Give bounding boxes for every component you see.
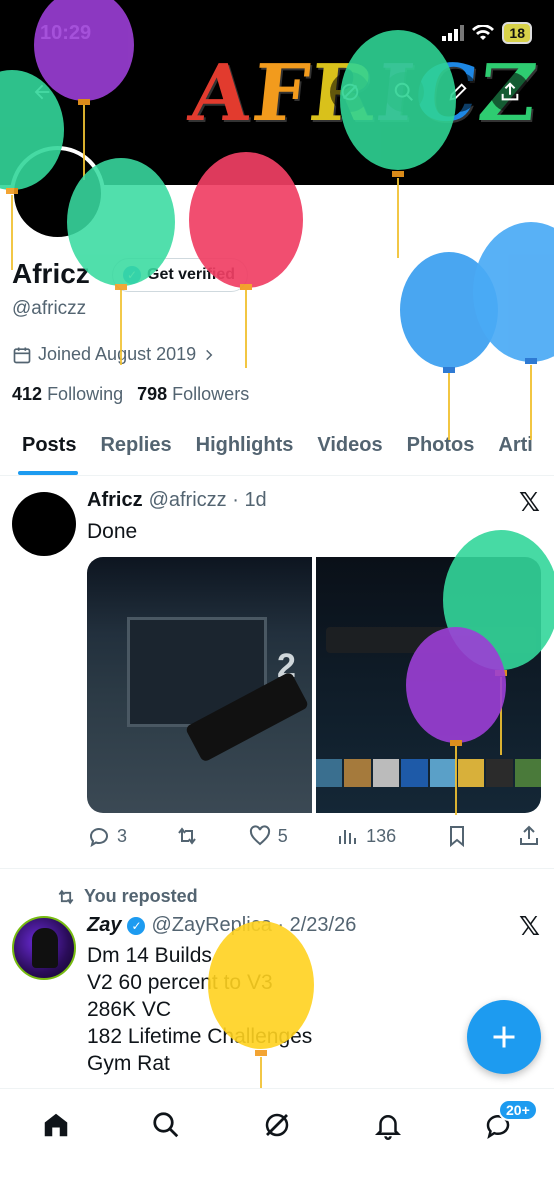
get-verified-label: Get verified — [147, 266, 236, 283]
followers-label: Followers — [172, 384, 250, 404]
profile-avatar[interactable] — [10, 146, 105, 241]
share-icon — [501, 82, 519, 101]
joined-label: Joined August 2019 — [38, 344, 197, 364]
tweet-text: Done — [87, 520, 138, 543]
like-count: 5 — [277, 825, 288, 846]
reply-button[interactable]: 3 — [87, 824, 127, 848]
tweet-divider — [0, 868, 554, 869]
like-button[interactable]: 5 — [248, 824, 288, 848]
following-label: Following — [47, 384, 124, 404]
media-image-loadout[interactable] — [316, 557, 541, 813]
nav-home[interactable] — [38, 1107, 74, 1143]
chevron-right-icon — [206, 349, 213, 360]
grok-nav-icon — [265, 1113, 289, 1137]
tweet-actions: 3 5 136 — [87, 824, 541, 848]
tab-videos[interactable]: Videos — [305, 422, 394, 475]
views-icon — [339, 830, 357, 844]
tweet-text-zay: Dm 14 Builds V2 60 percent to V3 286K VC… — [87, 944, 313, 1075]
calendar-icon — [13, 347, 31, 363]
status-time: 10:29 — [40, 22, 92, 44]
follow-stats: 412 Following 798 Followers — [12, 384, 249, 405]
tab-replies[interactable]: Replies — [88, 422, 183, 475]
tweet-avatar[interactable] — [12, 492, 76, 556]
profile-tabs: Posts Replies Highlights Videos Photos A… — [0, 422, 554, 476]
tweet-author-name-zay[interactable]: Zay — [87, 914, 121, 937]
tweet-author-name[interactable]: Africz — [87, 489, 143, 512]
signal-icon — [442, 25, 465, 41]
verified-badge-icon: ✓ — [127, 916, 146, 935]
bookmark-button[interactable] — [445, 824, 469, 848]
battery-indicator: 18 — [502, 22, 532, 44]
repost-icon — [178, 827, 197, 845]
tweet-header-zay: Zay ✓ @ZayReplica · 2/23/26 — [87, 914, 356, 937]
tab-posts[interactable]: Posts — [0, 422, 88, 475]
back-button[interactable] — [22, 72, 62, 112]
share-tweet-button[interactable] — [517, 824, 541, 848]
edit-icon — [449, 83, 467, 101]
views-button[interactable]: 136 — [336, 824, 396, 848]
messages-badge: 20+ — [498, 1099, 538, 1121]
views-count: 136 — [366, 825, 397, 846]
like-icon — [249, 825, 270, 846]
status-icons: 18 — [442, 22, 532, 44]
following-count: 412 — [12, 384, 43, 404]
tab-articles[interactable]: Arti — [486, 422, 544, 475]
tweet-handle-time-zay: @ZayReplica · 2/23/26 — [151, 914, 357, 936]
tweet-header: Africz @africzz · 1d — [87, 489, 267, 512]
repost-indicator: You reposted — [56, 886, 198, 907]
reply-icon — [90, 828, 108, 848]
repost-small-icon — [58, 889, 74, 904]
grok-button[interactable] — [330, 72, 370, 112]
share-tweet-icon — [519, 825, 538, 845]
following-link[interactable]: 412 Following — [12, 384, 123, 405]
home-icon — [44, 1113, 68, 1137]
nav-grok[interactable] — [259, 1107, 295, 1143]
joined-date[interactable]: Joined August 2019 — [12, 344, 216, 365]
camo-thumbnails — [316, 759, 541, 787]
compose-button[interactable] — [467, 1000, 541, 1074]
profile-name: Africz — [12, 258, 90, 289]
get-verified-button[interactable]: ✓ Get verified — [112, 258, 249, 292]
repost-button[interactable] — [175, 824, 199, 848]
grok-icon — [341, 83, 359, 101]
nav-notifications[interactable] — [370, 1107, 406, 1143]
balloon-blue-1 — [400, 252, 498, 440]
repost-label: You reposted — [84, 886, 198, 906]
verified-badge-icon: ✓ — [123, 266, 141, 284]
explore-icon — [153, 1112, 179, 1138]
back-arrow-icon — [34, 84, 50, 100]
notifications-icon — [374, 1115, 402, 1140]
plus-icon — [493, 1026, 515, 1048]
x-logo-icon: 𝕏 — [519, 912, 540, 942]
reply-count: 3 — [117, 825, 128, 846]
tweet-handle-time: @africzz · 1d — [148, 489, 267, 511]
bottom-navigation — [0, 1088, 554, 1199]
profile-handle: @africzz — [12, 298, 87, 319]
share-button[interactable] — [490, 72, 530, 112]
media-image-hangar[interactable]: 2 — [87, 557, 312, 813]
x-logo-icon: 𝕏 — [519, 488, 540, 518]
wifi-icon — [472, 25, 495, 40]
nav-explore[interactable] — [148, 1107, 184, 1143]
tab-photos[interactable]: Photos — [395, 422, 487, 475]
search-button[interactable] — [384, 72, 424, 112]
balloon-blue-2 — [473, 222, 554, 440]
rifle-shape — [326, 627, 536, 653]
edit-button[interactable] — [438, 72, 478, 112]
followers-count: 798 — [137, 384, 168, 404]
search-icon — [394, 82, 413, 101]
tweet-avatar-zay[interactable] — [12, 916, 76, 980]
tab-highlights[interactable]: Highlights — [184, 422, 306, 475]
bookmark-icon — [449, 826, 464, 848]
tweet-media[interactable]: 2 — [87, 557, 541, 813]
followers-link[interactable]: 798 Followers — [137, 384, 249, 405]
